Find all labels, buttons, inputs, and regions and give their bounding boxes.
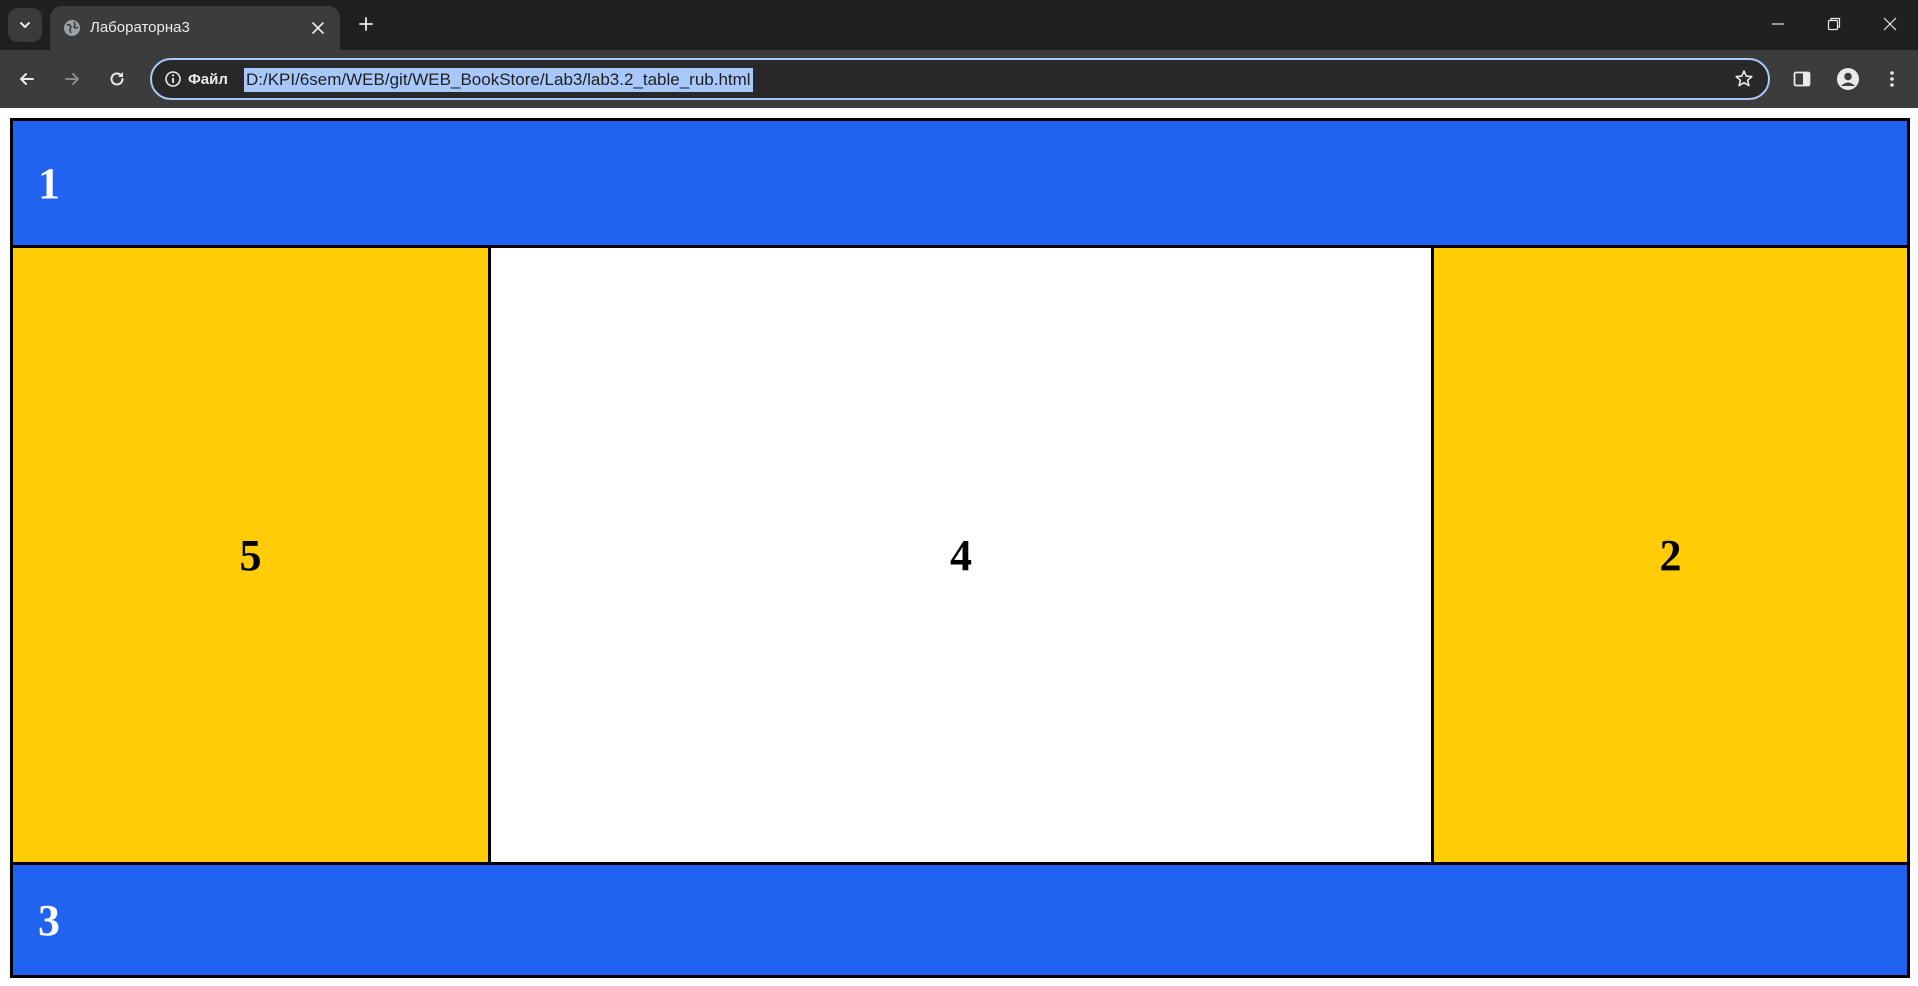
- plus-icon: [359, 17, 373, 31]
- tab-title: Лабораторна3: [90, 19, 190, 36]
- site-info-label: Файл: [188, 70, 228, 88]
- menu-button[interactable]: [1876, 63, 1908, 95]
- left-sidebar-cell: 5: [13, 248, 491, 862]
- tab-search-button[interactable]: [8, 8, 42, 42]
- browser-tab[interactable]: Лабораторна3: [50, 6, 340, 50]
- right-sidebar-cell-label: 2: [1659, 530, 1682, 580]
- address-bar[interactable]: Файл D:/KPI/6sem/WEB/git/WEB_BookStore/L…: [150, 58, 1770, 100]
- restore-button[interactable]: [1806, 0, 1862, 48]
- minimize-icon: [1772, 23, 1784, 25]
- arrow-right-icon: [65, 73, 79, 85]
- url-text[interactable]: D:/KPI/6sem/WEB/git/WEB_BookStore/Lab3/l…: [244, 68, 753, 92]
- browser-toolbar: Файл D:/KPI/6sem/WEB/git/WEB_BookStore/L…: [0, 50, 1918, 108]
- layout-table: 1 5 4 2 3: [10, 118, 1910, 978]
- avatar-icon: [1837, 68, 1859, 90]
- minimize-button[interactable]: [1750, 0, 1806, 48]
- close-icon: [1883, 17, 1897, 31]
- page-viewport: 1 5 4 2 3: [0, 108, 1918, 986]
- new-tab-button[interactable]: [352, 10, 380, 38]
- close-icon: [312, 22, 324, 34]
- window-close-button[interactable]: [1862, 0, 1918, 48]
- side-panel-icon: [1793, 71, 1811, 87]
- header-cell-label: 1: [38, 158, 60, 208]
- back-button[interactable]: [11, 63, 43, 95]
- bookmark-button[interactable]: [1730, 65, 1758, 93]
- more-vert-icon: [1890, 71, 1894, 87]
- info-icon: [165, 71, 181, 87]
- profile-button[interactable]: [1832, 63, 1864, 95]
- site-info-button[interactable]: Файл: [164, 68, 228, 90]
- arrow-left-icon: [20, 73, 34, 85]
- side-panel-button[interactable]: [1786, 63, 1818, 95]
- footer-cell: 3: [13, 862, 1907, 975]
- reload-button[interactable]: [101, 63, 133, 95]
- globe-icon: [64, 20, 80, 36]
- footer-cell-label: 3: [38, 895, 60, 945]
- center-content-cell-label: 4: [950, 530, 972, 580]
- header-cell: 1: [13, 121, 1907, 248]
- right-sidebar-cell: 2: [1431, 248, 1907, 862]
- tab-strip: Лабораторна3: [0, 0, 1918, 50]
- center-content-cell: 4: [491, 248, 1431, 862]
- restore-icon: [1827, 17, 1841, 31]
- forward-button[interactable]: [56, 63, 88, 95]
- chevron-down-icon: [20, 22, 30, 28]
- tab-close-button[interactable]: [306, 16, 330, 40]
- reload-icon: [110, 72, 124, 86]
- star-icon: [1735, 70, 1753, 87]
- left-sidebar-cell-label: 5: [239, 530, 262, 580]
